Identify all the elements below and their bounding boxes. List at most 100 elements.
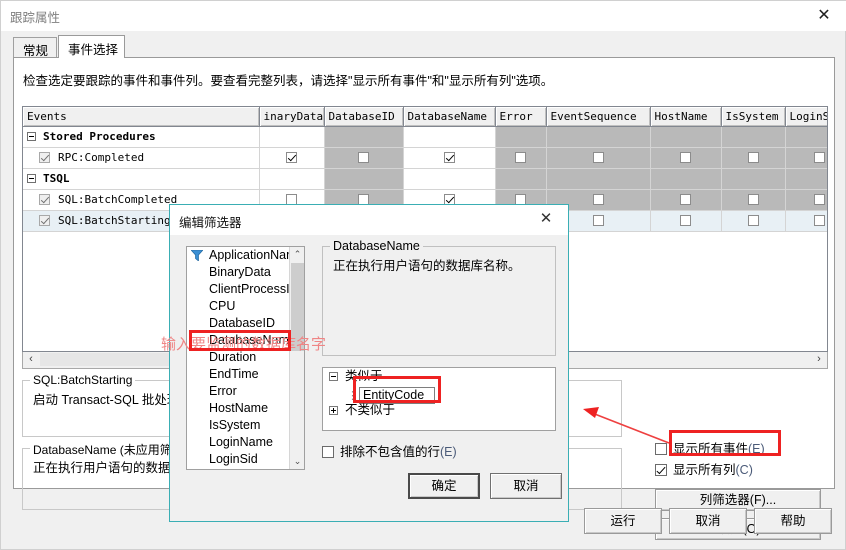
close-icon[interactable]: ✕: [801, 1, 846, 31]
column-checkbox[interactable]: [592, 214, 604, 226]
grid-cell-checkbox[interactable]: [785, 189, 827, 211]
checkbox-icon[interactable]: [322, 445, 334, 458]
grid-cell-checkbox[interactable]: [650, 210, 722, 232]
col-header-events[interactable]: Events: [23, 107, 260, 127]
column-checkbox[interactable]: [680, 151, 691, 163]
collapse-icon[interactable]: [27, 173, 36, 183]
column-description-legend: DatabaseName (未应用筛选): [30, 441, 191, 458]
column-checkbox[interactable]: [813, 151, 825, 163]
close-icon[interactable]: ✕: [526, 205, 566, 233]
help-button[interactable]: 帮助: [754, 508, 832, 534]
column-checkbox[interactable]: [515, 193, 526, 205]
column-checkbox[interactable]: [813, 214, 825, 226]
table-row[interactable]: Stored Procedures: [23, 126, 827, 148]
col-header-binarydata[interactable]: inaryData: [259, 107, 325, 127]
filter-column-list[interactable]: ApplicationName BinaryData ClientProcess…: [186, 246, 305, 470]
tree-row-like[interactable]: 类似于: [323, 368, 555, 385]
grid-cell-checkbox[interactable]: [721, 210, 786, 232]
collapse-icon[interactable]: [27, 131, 36, 141]
col-header-databaseid[interactable]: DatabaseID: [324, 107, 404, 127]
col-header-error[interactable]: Error: [495, 107, 547, 127]
show-all-events-label: 显示所有事件: [673, 442, 749, 456]
list-item[interactable]: HostName: [187, 400, 304, 417]
list-item[interactable]: IsSystem: [187, 417, 304, 434]
grid-cell-checkbox[interactable]: [259, 147, 325, 169]
checkbox-icon[interactable]: [655, 463, 667, 476]
list-item[interactable]: LoginName: [187, 434, 304, 451]
run-button[interactable]: 运行: [584, 508, 662, 534]
column-checkbox[interactable]: [747, 151, 759, 163]
event-enabled-checkbox[interactable]: [39, 151, 50, 163]
grid-cell-checkbox[interactable]: [785, 147, 827, 169]
scroll-up-icon[interactable]: ⌃: [290, 247, 304, 262]
list-item[interactable]: BinaryData: [187, 264, 304, 281]
dialog-cancel-button[interactable]: 取消: [490, 473, 562, 499]
show-all-columns-checkbox[interactable]: 显示所有列(C): [655, 459, 753, 478]
scroll-left-icon[interactable]: ‹: [23, 352, 39, 367]
list-scrollbar[interactable]: ⌃ ⌄: [289, 247, 304, 469]
event-enabled-checkbox[interactable]: [39, 193, 50, 205]
grid-cell-checkbox[interactable]: [495, 147, 547, 169]
grid-cell-checkbox[interactable]: [785, 210, 827, 232]
grid-cell-checkbox[interactable]: [721, 189, 786, 211]
tree-expand-icon[interactable]: [329, 406, 338, 415]
filter-condition-tree[interactable]: 类似于 ⋮ EntityCode 不类似于: [322, 367, 556, 431]
column-checkbox[interactable]: [443, 151, 455, 163]
grid-cell: [721, 168, 786, 190]
column-checkbox[interactable]: [747, 193, 759, 205]
event-group-cell[interactable]: Stored Procedures: [23, 126, 260, 148]
col-header-hostname[interactable]: HostName: [650, 107, 722, 127]
event-label: SQL:BatchStarting: [58, 214, 171, 227]
scroll-down-icon[interactable]: ⌄: [290, 454, 304, 469]
column-checkbox[interactable]: [680, 214, 691, 226]
column-checkbox[interactable]: [592, 151, 604, 163]
show-all-events-checkbox[interactable]: 显示所有事件(E): [655, 438, 765, 457]
tree-row-notlike[interactable]: 不类似于: [323, 402, 555, 419]
column-checkbox[interactable]: [286, 193, 297, 205]
grid-cell-checkbox[interactable]: [650, 189, 722, 211]
show-all-events-mnemonic: (E): [748, 442, 765, 456]
grid-cell-checkbox[interactable]: [721, 147, 786, 169]
edit-filter-dialog: 编辑筛选器 ✕ ApplicationName BinaryData Clien…: [169, 204, 569, 522]
tree-label: 不类似于: [345, 403, 396, 417]
event-enabled-checkbox[interactable]: [39, 214, 50, 226]
column-checkbox[interactable]: [358, 193, 369, 205]
event-label: SQL:BatchCompleted: [58, 193, 178, 206]
list-item[interactable]: CPU: [187, 298, 304, 315]
exclude-rows-checkbox[interactable]: 排除不包含值的行(E): [322, 441, 457, 460]
checkbox-icon[interactable]: [655, 442, 667, 455]
tree-collapse-icon[interactable]: [329, 372, 338, 381]
column-checkbox[interactable]: [515, 151, 526, 163]
cancel-button[interactable]: 取消: [669, 508, 747, 534]
grid-cell-checkbox[interactable]: [403, 147, 496, 169]
list-item[interactable]: ApplicationName: [187, 247, 304, 264]
tab-events-selection[interactable]: 事件选择: [58, 35, 125, 58]
col-header-issystem[interactable]: IsSystem: [721, 107, 786, 127]
column-checkbox[interactable]: [443, 193, 455, 205]
col-header-databasename[interactable]: DatabaseName: [403, 107, 496, 127]
table-row[interactable]: TSQL: [23, 168, 827, 190]
list-item[interactable]: EndTime: [187, 366, 304, 383]
tab-general[interactable]: 常规: [13, 37, 57, 58]
grid-cell-checkbox[interactable]: [546, 147, 651, 169]
column-checkbox[interactable]: [813, 193, 825, 205]
column-checkbox[interactable]: [592, 193, 604, 205]
scroll-right-icon[interactable]: ›: [811, 352, 827, 367]
list-item[interactable]: ClientProcessID: [187, 281, 304, 298]
column-checkbox[interactable]: [286, 151, 297, 163]
grid-cell-checkbox[interactable]: [650, 147, 722, 169]
event-group-cell[interactable]: TSQL: [23, 168, 260, 190]
col-header-eventsequence[interactable]: EventSequence: [546, 107, 651, 127]
column-checkbox[interactable]: [680, 193, 691, 205]
event-row-cell[interactable]: RPC:Completed: [23, 147, 260, 169]
grid-cell-checkbox[interactable]: [324, 147, 404, 169]
col-header-loginsid[interactable]: LoginSid: [785, 107, 827, 127]
table-row[interactable]: RPC:Completed: [23, 147, 827, 169]
ok-button[interactable]: 确定: [408, 473, 480, 499]
column-checkbox[interactable]: [747, 214, 759, 226]
grid-header-row: Events inaryData DatabaseID DatabaseName…: [23, 107, 827, 127]
list-item[interactable]: LoginSid: [187, 451, 304, 468]
list-item[interactable]: Error: [187, 383, 304, 400]
list-item[interactable]: DatabaseID: [187, 315, 304, 332]
column-checkbox[interactable]: [358, 151, 369, 163]
